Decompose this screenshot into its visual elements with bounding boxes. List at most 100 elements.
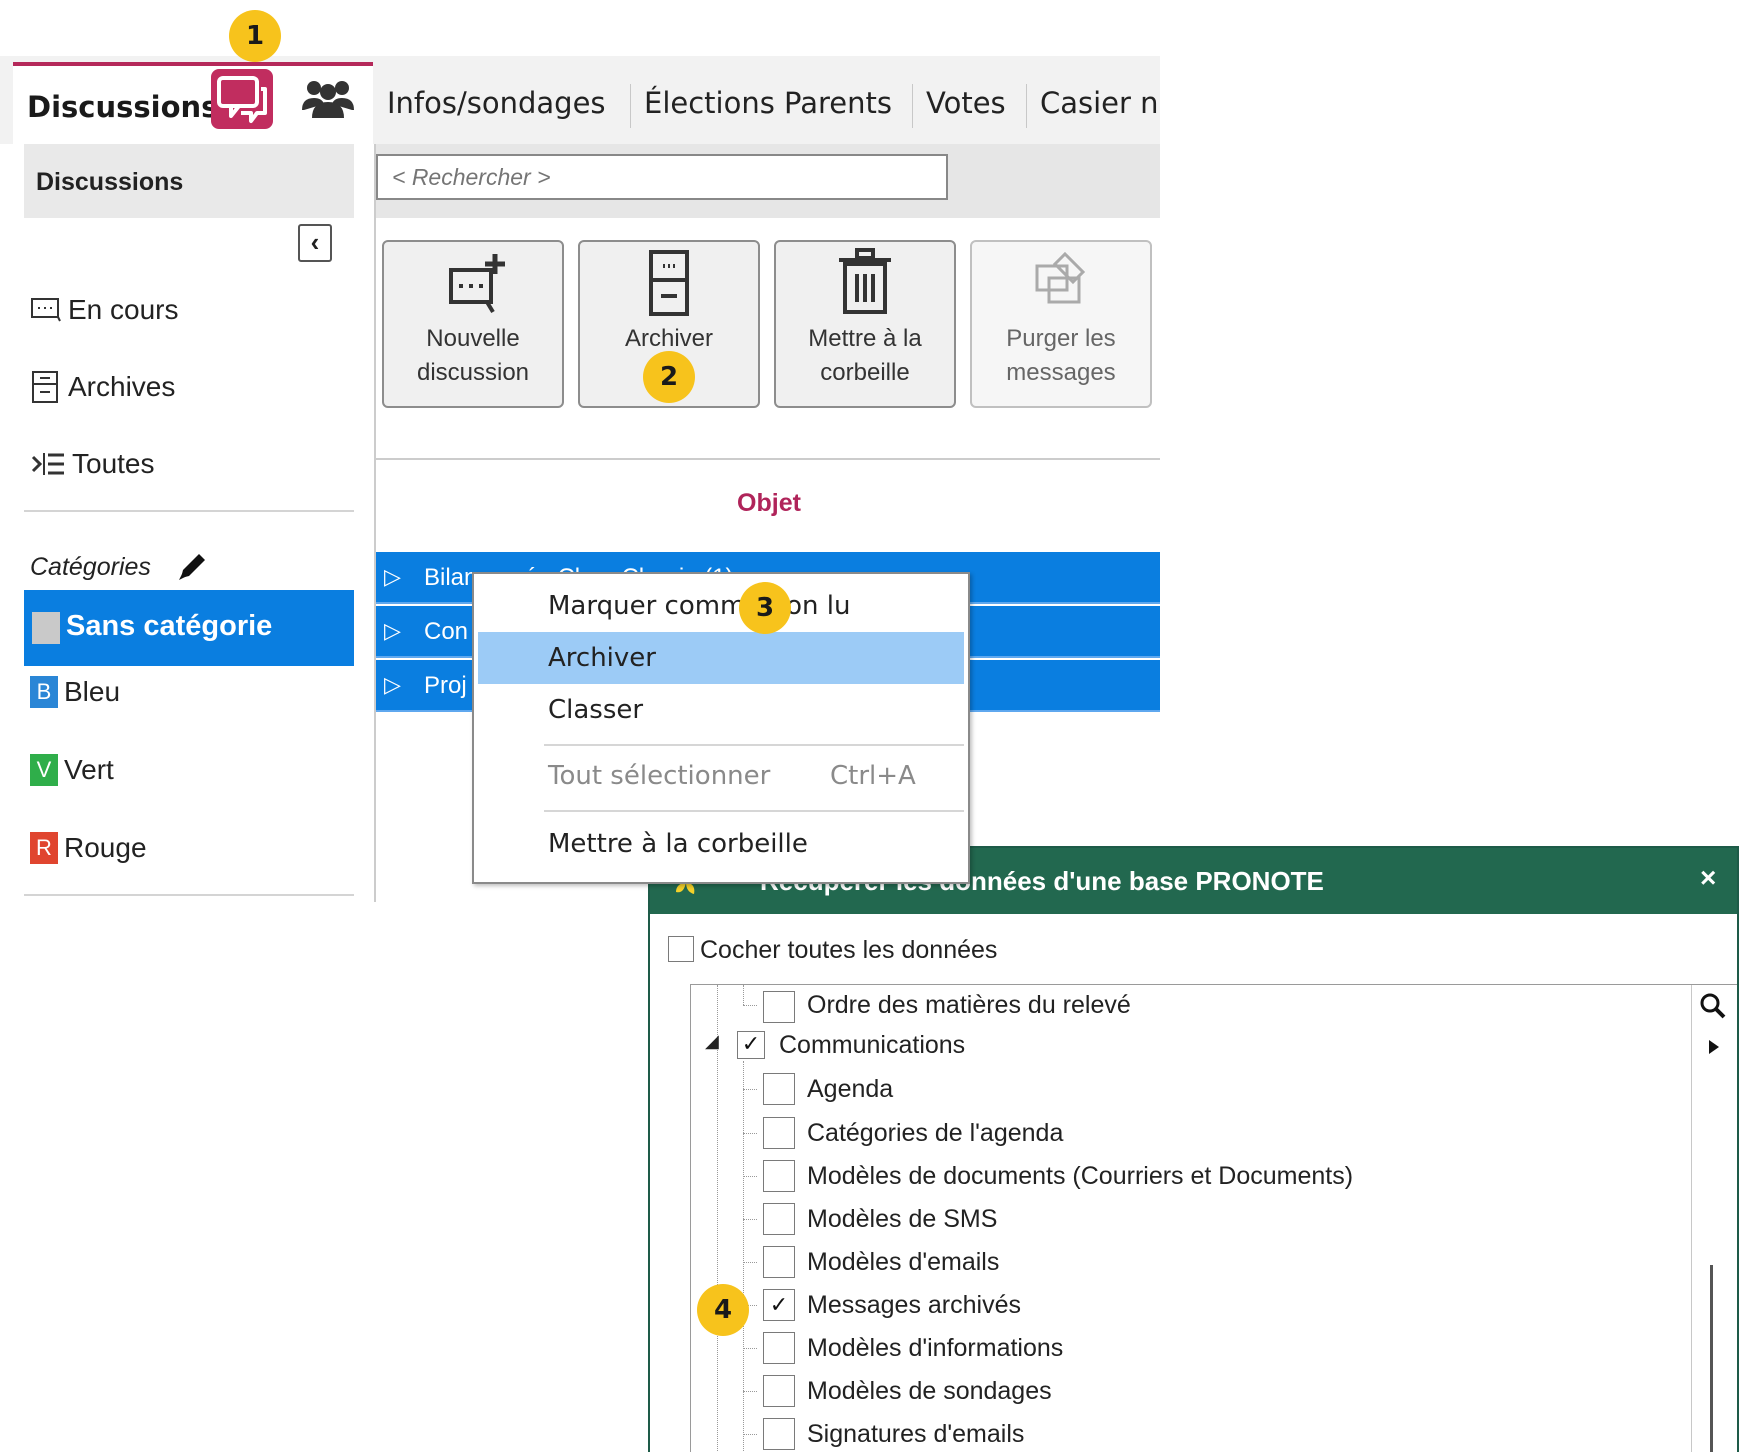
- step-badge-2: 2: [643, 351, 695, 403]
- expand-arrow-icon[interactable]: ▷: [384, 564, 401, 590]
- check-all-checkbox[interactable]: [668, 936, 694, 962]
- discussions-screen: Discussions Infos/sondages Élections Par…: [0, 56, 1160, 902]
- tree-line: [743, 1391, 757, 1392]
- expand-right-icon[interactable]: [1704, 1037, 1724, 1057]
- pencil-icon[interactable]: [175, 550, 209, 584]
- menu-item-classer[interactable]: Classer: [478, 684, 964, 736]
- tab-bar: Discussions Infos/sondages Élections Par…: [0, 56, 1160, 144]
- tree-line: [743, 1219, 757, 1220]
- tree-item[interactable]: Modèles de documents (Courriers et Docum…: [807, 1162, 1353, 1191]
- close-icon[interactable]: ×: [1700, 862, 1716, 894]
- category-letter-r: R: [30, 832, 58, 864]
- tab-discussions-label: Discussions: [27, 90, 219, 124]
- tree-checkbox[interactable]: ✓: [763, 1289, 795, 1321]
- archive-icon: [32, 371, 58, 403]
- menu-separator: [544, 744, 964, 746]
- menu-item-label: Tout sélectionner: [548, 761, 771, 791]
- tree-checkbox[interactable]: [763, 1203, 795, 1235]
- tree-line: [743, 985, 744, 1005]
- message-icon: [31, 298, 61, 322]
- tree-item[interactable]: Catégories de l'agenda: [807, 1119, 1063, 1148]
- menu-item-archive[interactable]: Archiver: [478, 632, 964, 684]
- tab-separator: [1026, 84, 1027, 128]
- menu-separator: [544, 810, 964, 812]
- tree-checkbox[interactable]: [763, 1375, 795, 1407]
- purge-messages-button[interactable]: Purger les messages: [970, 240, 1152, 408]
- sidebar-item-toutes[interactable]: Toutes: [30, 448, 155, 480]
- tree-line: [743, 1348, 757, 1349]
- step-badge-3: 3: [739, 582, 791, 634]
- scrollbar-thumb[interactable]: [1710, 1265, 1713, 1452]
- tree-scrollbar[interactable]: [1691, 985, 1731, 1452]
- tree-line: [743, 1061, 744, 1452]
- group-icon[interactable]: [300, 76, 356, 120]
- sidebar-item-label: Toutes: [72, 448, 155, 479]
- menu-shortcut: Ctrl+A: [830, 761, 916, 791]
- button-label: Nouvelle: [426, 325, 520, 352]
- tree-line: [717, 985, 718, 1452]
- list-all-icon: [31, 453, 64, 475]
- categories-header: Catégories: [30, 550, 209, 584]
- tab-votes[interactable]: Votes: [926, 86, 1006, 120]
- row-subject: Con: [424, 618, 469, 645]
- menu-item-mark-unread[interactable]: Marquer comme non lu: [478, 580, 964, 632]
- category-vert[interactable]: V Vert: [30, 754, 114, 786]
- menu-item-trash[interactable]: Mettre à la corbeille: [478, 818, 964, 870]
- tree-item[interactable]: Modèles de SMS: [807, 1205, 997, 1234]
- tab-separator: [912, 84, 913, 128]
- tree-checkbox[interactable]: [763, 1117, 795, 1149]
- purge-icon: [1035, 251, 1086, 304]
- trash-icon: [839, 248, 891, 314]
- tree-item[interactable]: Modèles d'emails: [807, 1248, 999, 1277]
- expand-arrow-icon[interactable]: ▷: [384, 618, 401, 644]
- tree-item[interactable]: Signatures d'emails: [807, 1420, 1024, 1449]
- category-letter-v: V: [30, 754, 58, 786]
- sidebar-item-en-cours[interactable]: En cours: [30, 294, 179, 326]
- collapse-triangle-icon[interactable]: ◢: [705, 1031, 719, 1052]
- categories-label: Catégories: [30, 552, 151, 581]
- category-rouge[interactable]: R Rouge: [30, 832, 147, 864]
- new-discussion-button[interactable]: Nouvelle discussion: [382, 240, 564, 408]
- recover-data-dialog: Récupérer les données d'une base PRONOTE…: [648, 846, 1739, 1452]
- tree-line: [743, 1262, 757, 1263]
- tree-checkbox[interactable]: [763, 991, 795, 1023]
- tab-casier-numerique[interactable]: Casier nu: [1040, 86, 1160, 120]
- tree-checkbox[interactable]: [763, 1073, 795, 1105]
- category-sans-categorie[interactable]: Sans catégorie: [24, 590, 354, 666]
- tab-infos-sondages[interactable]: Infos/sondages: [387, 86, 606, 120]
- sidebar-item-archives[interactable]: Archives: [30, 370, 175, 404]
- new-discussion-icon: [449, 254, 505, 314]
- sidebar-title: Discussions: [36, 168, 184, 196]
- button-label: Mettre à la: [808, 325, 922, 352]
- trash-button[interactable]: Mettre à la corbeille: [774, 240, 956, 408]
- tree-line: [743, 1005, 757, 1006]
- tree-line: [743, 1089, 757, 1090]
- sidebar-item-label: En cours: [68, 294, 179, 325]
- collapse-sidebar-button[interactable]: ‹: [298, 224, 332, 262]
- search-icon[interactable]: [1698, 991, 1728, 1021]
- tree-checkbox[interactable]: [763, 1160, 795, 1192]
- category-bleu[interactable]: B Bleu: [30, 676, 120, 708]
- tree-item[interactable]: Communications: [779, 1031, 965, 1060]
- tab-elections-parents[interactable]: Élections Parents: [644, 86, 892, 120]
- tree-checkbox[interactable]: [763, 1246, 795, 1278]
- tree-item[interactable]: Ordre des matières du relevé: [807, 991, 1131, 1020]
- tree-checkbox[interactable]: ✓: [737, 1031, 765, 1059]
- data-tree: Ordre des matières du relevé ◢ ✓ Communi…: [690, 984, 1737, 1452]
- column-header-objet[interactable]: Objet: [376, 460, 1160, 546]
- category-label: Rouge: [64, 832, 147, 863]
- tree-item[interactable]: Agenda: [807, 1075, 893, 1104]
- menu-item-select-all[interactable]: Tout sélectionner Ctrl+A: [478, 750, 964, 802]
- step-badge-1: 1: [229, 10, 281, 62]
- chat-icon[interactable]: [211, 69, 273, 129]
- button-label: messages: [1006, 359, 1116, 386]
- tree-item[interactable]: Modèles de sondages: [807, 1377, 1052, 1406]
- tree-item[interactable]: Modèles d'informations: [807, 1334, 1063, 1363]
- expand-arrow-icon[interactable]: ▷: [384, 672, 401, 698]
- tree-checkbox[interactable]: [763, 1332, 795, 1364]
- tree-checkbox[interactable]: [763, 1418, 795, 1450]
- search-input[interactable]: [376, 154, 948, 200]
- sidebar: Discussions ‹ En cours Archives Toutes C…: [24, 144, 354, 902]
- tree-item[interactable]: Messages archivés: [807, 1291, 1021, 1320]
- context-menu: Marquer comme non lu Archiver Classer To…: [472, 572, 970, 884]
